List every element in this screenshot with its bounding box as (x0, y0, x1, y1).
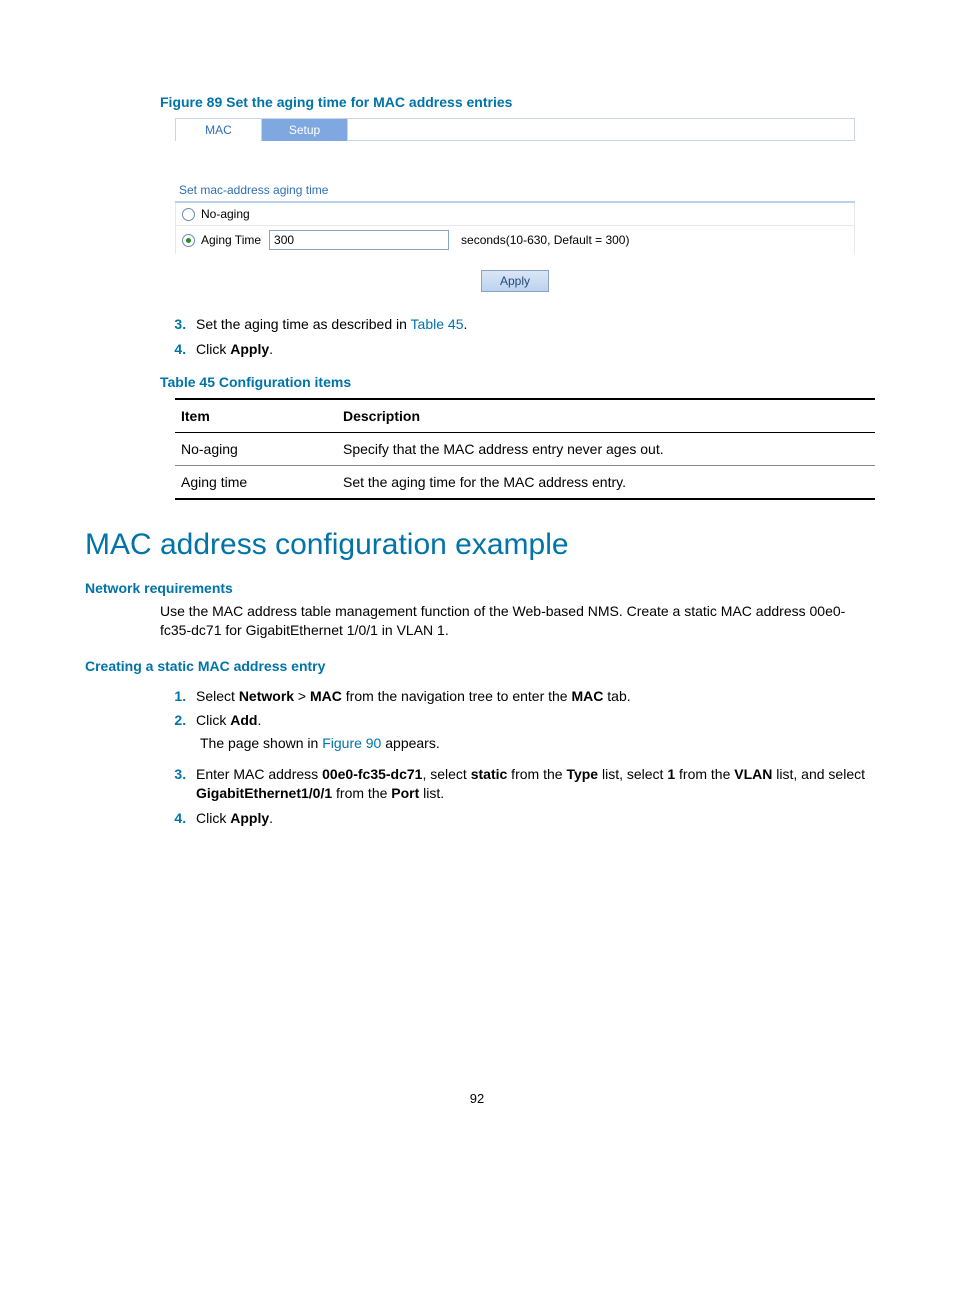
t: tab. (603, 688, 630, 704)
t: . (269, 810, 273, 826)
para-network-requirements: Use the MAC address table management fun… (160, 602, 869, 640)
t: Apply (230, 810, 269, 826)
apply-button[interactable]: Apply (481, 270, 549, 292)
t: Add (230, 712, 257, 728)
h1-title: MAC address configuration example (85, 528, 869, 562)
table45: Item Description No-aging Specify that t… (175, 398, 875, 500)
table45-caption: Table 45 Configuration items (160, 374, 869, 390)
step3-text-a: Set the aging time as described in (196, 316, 411, 332)
label-noaging: No-aging (201, 207, 250, 221)
steps-block-a: Set the aging time as described in Table… (160, 312, 869, 362)
bstep-1: Select Network > MAC from the navigation… (190, 684, 869, 709)
step-4: Click Apply. (190, 337, 869, 362)
cell-item: Aging time (175, 465, 337, 499)
t: , select (422, 766, 470, 782)
step4-text-a: Click (196, 341, 230, 357)
heading-network-requirements: Network requirements (85, 580, 869, 596)
t: Network (239, 688, 294, 704)
form: No-aging Aging Time seconds(10-630, Defa… (175, 203, 855, 254)
cell-item: No-aging (175, 432, 337, 465)
step4-text-b: . (269, 341, 273, 357)
step-3: Set the aging time as described in Table… (190, 312, 869, 337)
tab-mac[interactable]: MAC (176, 119, 262, 141)
t: > (294, 688, 310, 704)
label-agingtime: Aging Time (201, 233, 261, 247)
t: from the (507, 766, 566, 782)
t: 1 (667, 766, 675, 782)
bstep-4: Click Apply. (190, 806, 869, 831)
hint-agingtime: seconds(10-630, Default = 300) (461, 233, 629, 247)
t: MAC (571, 688, 603, 704)
link-table45[interactable]: Table 45 (411, 316, 464, 332)
cell-desc: Specify that the MAC address entry never… (337, 432, 875, 465)
t: MAC (310, 688, 342, 704)
figure-caption: Figure 89 Set the aging time for MAC add… (160, 94, 869, 110)
t: appears. (381, 735, 439, 751)
t: list, and select (772, 766, 865, 782)
table-row: No-aging Specify that the MAC address en… (175, 432, 875, 465)
t: list. (419, 785, 444, 801)
heading-create-static: Creating a static MAC address entry (85, 658, 869, 674)
th-item: Item (175, 399, 337, 433)
t: Type (566, 766, 598, 782)
tabbar-spacer (348, 119, 854, 141)
ui-screenshot: MAC Setup Set mac-address aging time No-… (175, 118, 855, 292)
t: . (257, 712, 261, 728)
radio-noaging[interactable] (182, 208, 195, 221)
t: from the (332, 785, 391, 801)
t: GigabitEthernet1/0/1 (196, 785, 332, 801)
row-noaging: No-aging (176, 203, 854, 226)
t: 00e0-fc35-dc71 (322, 766, 422, 782)
tab-setup[interactable]: Setup (262, 119, 348, 141)
step4-apply: Apply (230, 341, 269, 357)
t: Click (196, 712, 230, 728)
row-agingtime: Aging Time seconds(10-630, Default = 300… (176, 226, 854, 254)
bstep-3: Enter MAC address 00e0-fc35-dc71, select… (190, 762, 869, 806)
t: The page shown in (200, 735, 322, 751)
steps-block-b: Select Network > MAC from the navigation… (160, 684, 869, 831)
t: from the navigation tree to enter the (342, 688, 572, 704)
step3-text-b: . (463, 316, 467, 332)
t: Port (391, 785, 419, 801)
th-desc: Description (337, 399, 875, 433)
section-title: Set mac-address aging time (175, 181, 855, 203)
t: Enter MAC address (196, 766, 322, 782)
t: static (471, 766, 508, 782)
t: from the (675, 766, 734, 782)
t: Click (196, 810, 230, 826)
link-figure90[interactable]: Figure 90 (322, 735, 381, 751)
radio-agingtime[interactable] (182, 234, 195, 247)
page-number: 92 (85, 1091, 869, 1106)
cell-desc: Set the aging time for the MAC address e… (337, 465, 875, 499)
table-row: Aging time Set the aging time for the MA… (175, 465, 875, 499)
t: VLAN (734, 766, 772, 782)
bstep-2: Click Add. The page shown in Figure 90 a… (190, 708, 869, 762)
input-agingtime[interactable] (269, 230, 449, 250)
tab-bar: MAC Setup (175, 118, 855, 141)
t: list, select (598, 766, 667, 782)
t: Select (196, 688, 239, 704)
